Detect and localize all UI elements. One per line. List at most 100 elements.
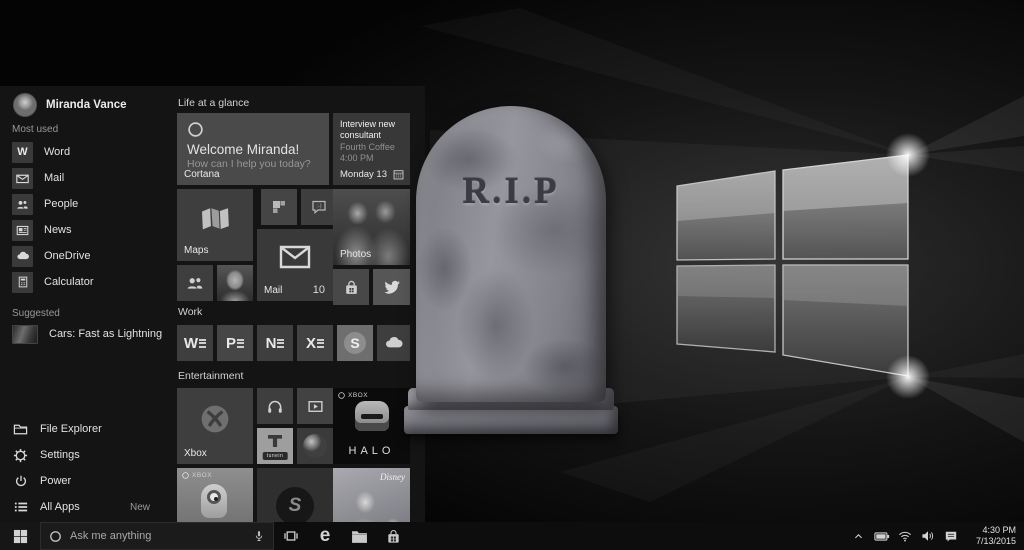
store-icon [333, 269, 369, 305]
tile-people[interactable] [177, 265, 213, 301]
suggested-app-thumbnail [12, 324, 38, 344]
photos-label: Photos [340, 249, 372, 260]
sidebar-item-calculator[interactable]: Calculator [0, 270, 170, 294]
tile-photos[interactable]: Photos [333, 189, 410, 265]
tile-groove-music[interactable] [257, 388, 293, 424]
tile-skype[interactable]: S [337, 325, 373, 361]
word-icon: W [12, 141, 33, 163]
people-tile-icon [177, 265, 213, 301]
calendar-date: Monday 13 [340, 168, 388, 180]
sidebar-item-power[interactable]: Power [0, 469, 170, 493]
power-icon [12, 473, 29, 490]
sidebar-item-news[interactable]: News [0, 218, 170, 242]
microphone-icon[interactable] [253, 529, 265, 543]
sidebar-item-word[interactable]: W Word [0, 140, 170, 164]
sidebar-item-all-apps[interactable]: All Apps New [0, 495, 170, 519]
play-video-icon [297, 388, 333, 424]
sidebar-item-settings[interactable]: Settings [0, 443, 170, 467]
tile-calendar[interactable]: Interview new consultant Fourth Coffee 4… [333, 113, 410, 185]
minion-character [201, 484, 227, 518]
mail-icon [12, 167, 33, 189]
tile-flipboard[interactable] [261, 189, 297, 225]
windows-logo-icon [13, 529, 27, 543]
calendar-event: Interview new consultant [340, 119, 396, 140]
volume-icon[interactable] [916, 522, 939, 550]
search-box[interactable] [40, 522, 274, 550]
sidebar-item-mail[interactable]: Mail [0, 166, 170, 190]
excel-tile-icon: X [297, 325, 333, 361]
battery-icon[interactable] [870, 522, 893, 550]
tombstone-stone: R.I.P [416, 106, 606, 402]
wifi-icon[interactable] [893, 522, 916, 550]
store-taskbar-icon[interactable] [376, 522, 410, 550]
all-apps-new-badge: New [129, 501, 150, 513]
most-used-header: Most used [12, 124, 59, 135]
sidebar-item-suggested-app[interactable]: Cars: Fast as Lightning [0, 322, 170, 346]
tile-minions-game[interactable]: XBOX [177, 468, 253, 522]
tile-maps[interactable]: Maps [177, 189, 253, 261]
folder-icon [12, 421, 29, 438]
maps-icon [177, 189, 253, 247]
start-menu: Miranda Vance Most used W Word Mail Peop… [0, 86, 425, 522]
tray-expand-chevron-icon[interactable] [847, 522, 870, 550]
user-name: Miranda Vance [46, 99, 127, 111]
cortana-greeting: Welcome Miranda! [187, 142, 300, 157]
calendar-icon [393, 170, 404, 180]
user-account[interactable]: Miranda Vance [13, 93, 127, 117]
edge-icon[interactable]: e [308, 522, 342, 550]
tile-movies-tv[interactable] [297, 388, 333, 424]
powerpoint-tile-icon: P [217, 325, 253, 361]
tile-excel[interactable]: X [297, 325, 333, 361]
calendar-time: 4:00 PM [340, 153, 374, 164]
xbox-logo-icon [177, 388, 253, 450]
tile-powerpoint[interactable]: P [217, 325, 253, 361]
halo-xbox-badge: XBOX [338, 392, 368, 399]
taskbar: e 4:30 PM 7/13/2015 [0, 522, 1024, 550]
tombstone-base [404, 406, 618, 434]
tile-store[interactable] [333, 269, 369, 305]
tile-globe[interactable] [297, 428, 333, 464]
tile-tunein[interactable]: tunein [257, 428, 293, 464]
tile-contact-photo[interactable] [217, 265, 253, 301]
tile-mail[interactable]: Mail 10 [257, 229, 333, 301]
tile-messaging[interactable]: :-) [301, 189, 337, 225]
file-explorer-icon[interactable] [342, 522, 376, 550]
sidebar-item-onedrive[interactable]: OneDrive [0, 244, 170, 268]
system-tray: 4:30 PM 7/13/2015 [847, 522, 1024, 550]
tile-onenote[interactable]: N [257, 325, 293, 361]
onedrive-icon [12, 245, 33, 267]
group-label-work: Work [178, 306, 203, 318]
maps-label: Maps [184, 245, 209, 256]
tray-clock[interactable]: 4:30 PM 7/13/2015 [962, 525, 1024, 548]
shazam-logo: S [257, 468, 333, 522]
xbox-label: Xbox [184, 448, 207, 459]
sidebar-item-people[interactable]: People [0, 192, 170, 216]
news-icon [12, 219, 33, 241]
svg-text::-): :-) [316, 204, 321, 210]
skype-tile-icon: S [337, 325, 373, 361]
tile-cortana[interactable]: Welcome Miranda! How can I help you toda… [177, 113, 329, 185]
gear-icon [12, 447, 29, 464]
word-tile-icon: W [177, 325, 213, 361]
tile-frozen[interactable]: Disney [333, 468, 410, 522]
calendar-location: Fourth Coffee [340, 141, 395, 152]
avatar [13, 93, 37, 117]
task-view-button[interactable] [274, 522, 308, 550]
tile-xbox[interactable]: Xbox [177, 388, 253, 464]
people-icon [12, 193, 33, 215]
tombstone-overlay: R.I.P [404, 98, 618, 438]
tile-halo[interactable]: XBOX HALO [333, 388, 410, 464]
halo-helmet-icon [354, 401, 389, 431]
tile-shazam[interactable]: S [257, 468, 333, 522]
start-button[interactable] [0, 522, 40, 550]
search-input[interactable] [70, 530, 245, 542]
cortana-app-name: Cortana [184, 169, 220, 180]
all-apps-icon [12, 499, 29, 516]
flipboard-icon [261, 189, 297, 225]
action-center-icon[interactable] [939, 522, 962, 550]
disney-logo: Disney [380, 472, 405, 482]
sidebar-item-file-explorer[interactable]: File Explorer [0, 417, 170, 441]
minions-xbox-badge: XBOX [182, 472, 212, 479]
tile-word[interactable]: W [177, 325, 213, 361]
clock-time: 4:30 PM [982, 524, 1016, 535]
